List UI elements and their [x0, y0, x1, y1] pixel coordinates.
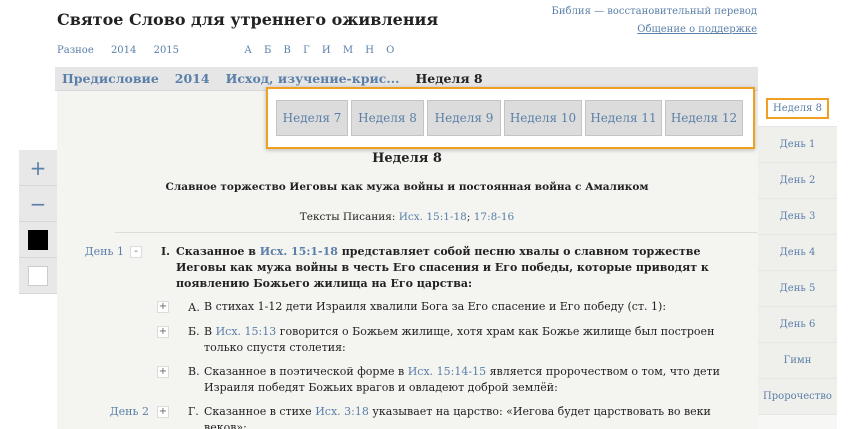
point-1-text: Сказанное в Исх. 15:1-18 представляет со… [176, 244, 746, 292]
scripture-label: Тексты Писания: [299, 211, 396, 223]
scripture-separator: ; [466, 211, 471, 223]
top-nav: Разное 2014 2015 А Б В Г И М Н О [57, 45, 417, 56]
breadcrumb-preface[interactable]: Предисловие [62, 71, 159, 86]
collapse-toggle[interactable]: - [130, 246, 142, 258]
week-subtitle: Славное торжество Иеговы как мужа войны … [165, 181, 649, 193]
sub-b-pre: В [204, 325, 216, 338]
sub-b-ref[interactable]: Исх. 15:13 [216, 325, 277, 338]
nav-item-2014[interactable]: 2014 [111, 45, 136, 56]
point-1-pre: Сказанное в [176, 245, 260, 258]
black-swatch-icon [28, 229, 48, 250]
bible-link[interactable]: Библия — восстановительный перевод [552, 6, 757, 17]
expand-toggle-g[interactable]: + [157, 406, 169, 418]
tab-prophecy[interactable]: Пророчество [758, 379, 837, 415]
sub-g-mark: Г. [188, 405, 199, 418]
week-title: Неделя 8 [372, 151, 442, 166]
tab-day-4[interactable]: День 4 [758, 235, 837, 271]
tab-hymn[interactable]: Гимн [758, 343, 837, 379]
left-toolbar: + − [19, 150, 57, 294]
point-1-mark: I. [161, 245, 170, 258]
sub-b-text: В Исх. 15:13 говорится о Божьем жилище, … [204, 324, 729, 356]
week-10-button[interactable]: Неделя 10 [504, 100, 582, 136]
tab-week-8[interactable]: Неделя 8 [758, 91, 837, 127]
letter-o[interactable]: О [386, 45, 394, 56]
letter-m[interactable]: М [343, 45, 353, 56]
scripture-ref-1[interactable]: Исх. 15:1-18 [399, 211, 467, 223]
tab-day-3[interactable]: День 3 [758, 199, 837, 235]
support-link[interactable]: Общение о поддержке [637, 24, 757, 35]
week-7-button[interactable]: Неделя 7 [276, 100, 348, 136]
week-9-button[interactable]: Неделя 9 [427, 100, 501, 136]
divider [115, 232, 757, 233]
nav-item-2015[interactable]: 2015 [154, 45, 179, 56]
day2-label[interactable]: День 2 [89, 405, 149, 418]
sub-v-ref[interactable]: Исх. 15:14-15 [408, 365, 486, 378]
tab-day-6[interactable]: День 6 [758, 307, 837, 343]
sub-v-pre: Сказанное в поэтической форме в [204, 365, 408, 378]
sub-a-text: В стихах 1-12 дети Израиля хвалили Бога … [204, 300, 667, 313]
light-theme-button[interactable] [19, 258, 57, 294]
week-12-button[interactable]: Неделя 12 [665, 100, 743, 136]
sub-b-mark: Б. [188, 325, 200, 338]
dark-theme-button[interactable] [19, 222, 57, 258]
breadcrumb-exodus[interactable]: Исход, изучение-крис... [226, 71, 400, 86]
week-8-button[interactable]: Неделя 8 [351, 100, 424, 136]
scripture-line: Тексты Писания: Исх. 15:1-18; 17:8-16 [57, 211, 757, 223]
breadcrumb-2014[interactable]: 2014 [175, 71, 210, 86]
sub-v-text: Сказанное в поэтической форме в Исх. 15:… [204, 364, 739, 396]
letter-n[interactable]: Н [365, 45, 374, 56]
week-selector-popup: Неделя 7 Неделя 8 Неделя 9 Неделя 10 Нед… [266, 87, 755, 149]
scripture-ref-2[interactable]: 17:8-16 [474, 211, 515, 223]
tab-day-1[interactable]: День 1 [758, 127, 837, 163]
nav-item-misc[interactable]: Разное [57, 45, 94, 56]
tab-day-5[interactable]: День 5 [758, 271, 837, 307]
sub-b-post: говорится о Божьем жилище, хотя храм как… [204, 325, 715, 354]
expand-toggle-b[interactable]: + [157, 326, 169, 338]
letter-index: А Б В Г И М Н О [244, 45, 403, 56]
breadcrumb-current: Неделя 8 [415, 71, 483, 86]
sub-g-pre: Сказанное в стихе [204, 405, 316, 418]
letter-b[interactable]: Б [264, 45, 271, 56]
site-title: Святое Слово для утреннего оживления [57, 10, 439, 29]
tab-week-8-label: Неделя 8 [766, 98, 829, 119]
sub-g-ref[interactable]: Исх. 3:18 [315, 405, 369, 418]
plus-icon: + [29, 155, 47, 180]
side-tabs: Неделя 8 День 1 День 2 День 3 День 4 Ден… [758, 91, 837, 429]
sub-v-mark: В. [188, 365, 200, 378]
letter-i[interactable]: И [322, 45, 331, 56]
sub-g-text: Сказанное в стихе Исх. 3:18 указывает на… [204, 404, 749, 429]
week-11-button[interactable]: Неделя 11 [585, 100, 662, 136]
expand-toggle-v[interactable]: + [157, 366, 169, 378]
point-1-ref[interactable]: Исх. 15:1-18 [260, 245, 338, 258]
white-swatch-icon [28, 265, 48, 286]
sub-a-mark: А. [188, 301, 200, 314]
letter-v[interactable]: В [284, 45, 291, 56]
expand-toggle-a[interactable]: + [157, 301, 169, 313]
tab-day-2[interactable]: День 2 [758, 163, 837, 199]
zoom-out-button[interactable]: − [19, 186, 57, 222]
minus-icon: − [29, 191, 47, 216]
day1-label[interactable]: День 1 [64, 245, 124, 258]
letter-g[interactable]: Г [303, 45, 310, 56]
letter-a[interactable]: А [244, 45, 252, 56]
zoom-in-button[interactable]: + [19, 150, 57, 186]
